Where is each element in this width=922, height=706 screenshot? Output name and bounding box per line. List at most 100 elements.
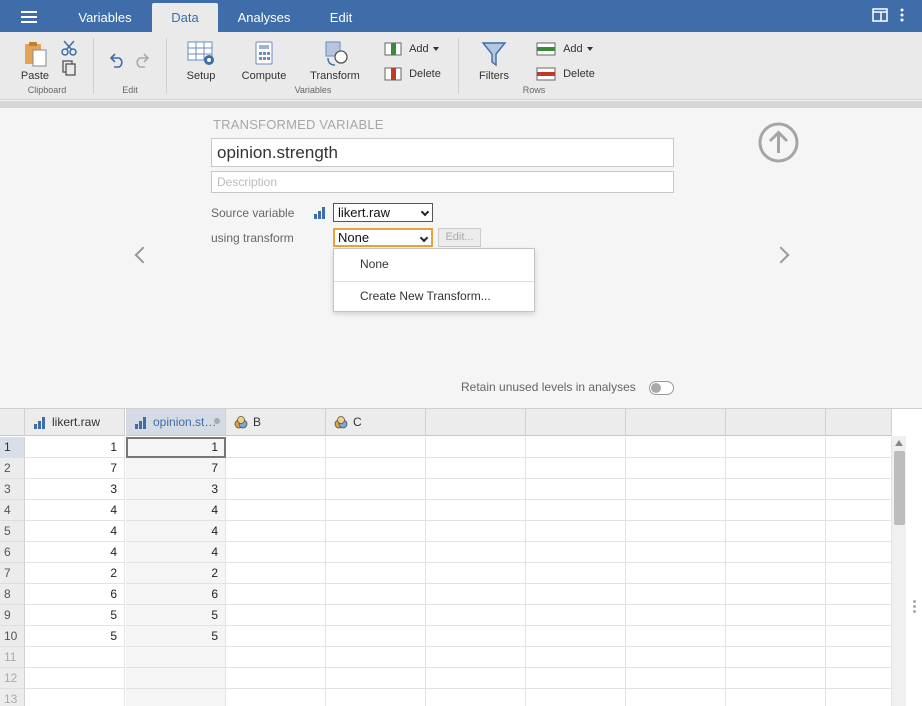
table-cell[interactable] xyxy=(626,584,726,605)
setup-button[interactable]: Setup xyxy=(182,40,220,84)
table-cell[interactable] xyxy=(426,626,526,647)
table-cell[interactable] xyxy=(726,500,826,521)
layout-toggle-icon[interactable] xyxy=(872,8,888,22)
table-cell[interactable] xyxy=(526,563,626,584)
row-number[interactable]: 13 xyxy=(0,689,25,706)
table-cell[interactable] xyxy=(326,458,426,479)
row-number[interactable]: 8 xyxy=(0,584,25,605)
resize-handle-icon[interactable] xyxy=(913,600,917,616)
table-cell[interactable] xyxy=(626,626,726,647)
table-cell[interactable]: 1 xyxy=(25,437,125,458)
table-cell[interactable]: 4 xyxy=(25,542,125,563)
table-cell[interactable] xyxy=(526,647,626,668)
table-cell[interactable] xyxy=(626,500,726,521)
table-cell[interactable] xyxy=(226,437,326,458)
table-cell[interactable] xyxy=(626,668,726,689)
grid-corner[interactable] xyxy=(0,409,25,436)
transform-button[interactable]: Transform xyxy=(307,40,363,84)
dropdown-option-create-transform[interactable]: Create New Transform... xyxy=(334,281,534,312)
hamburger-menu-icon[interactable] xyxy=(14,8,44,26)
table-cell[interactable]: 6 xyxy=(126,584,226,605)
edit-transform-button[interactable]: Edit... xyxy=(438,228,481,247)
table-cell[interactable]: 2 xyxy=(25,563,125,584)
table-cell[interactable] xyxy=(626,605,726,626)
table-cell[interactable] xyxy=(426,563,526,584)
table-cell[interactable] xyxy=(226,500,326,521)
table-cell[interactable] xyxy=(726,458,826,479)
table-cell[interactable] xyxy=(226,563,326,584)
table-cell[interactable] xyxy=(25,647,125,668)
table-cell[interactable] xyxy=(626,647,726,668)
table-cell[interactable] xyxy=(626,542,726,563)
variable-name-input[interactable] xyxy=(211,138,674,167)
table-cell[interactable] xyxy=(326,500,426,521)
table-cell[interactable] xyxy=(726,479,826,500)
table-cell[interactable] xyxy=(826,542,892,563)
table-cell[interactable] xyxy=(526,500,626,521)
more-options-icon[interactable] xyxy=(898,8,906,22)
table-cell[interactable] xyxy=(526,605,626,626)
column-header[interactable]: likert.raw xyxy=(25,409,125,436)
table-cell[interactable] xyxy=(626,563,726,584)
table-cell[interactable]: 5 xyxy=(126,605,226,626)
table-cell[interactable] xyxy=(25,689,125,706)
row-number[interactable]: 12 xyxy=(0,668,25,689)
table-cell[interactable] xyxy=(526,521,626,542)
row-number[interactable]: 11 xyxy=(0,647,25,668)
table-cell[interactable] xyxy=(526,458,626,479)
table-cell[interactable]: 3 xyxy=(25,479,125,500)
table-cell[interactable]: 6 xyxy=(25,584,125,605)
next-variable-arrow-icon[interactable] xyxy=(772,246,790,264)
row-number[interactable]: 4 xyxy=(0,500,25,521)
filters-button[interactable]: Filters xyxy=(474,40,514,84)
table-cell[interactable] xyxy=(326,647,426,668)
table-cell[interactable] xyxy=(726,584,826,605)
table-cell[interactable] xyxy=(626,689,726,706)
row-number[interactable]: 3 xyxy=(0,479,25,500)
table-cell[interactable] xyxy=(226,626,326,647)
row-number[interactable]: 2 xyxy=(0,458,25,479)
table-cell[interactable] xyxy=(726,563,826,584)
add-row-button[interactable]: Add xyxy=(536,42,593,56)
table-cell[interactable] xyxy=(226,458,326,479)
table-cell[interactable]: 1 xyxy=(126,437,226,458)
table-cell[interactable] xyxy=(326,626,426,647)
table-cell[interactable] xyxy=(126,647,226,668)
undo-icon[interactable] xyxy=(108,52,126,68)
table-cell[interactable] xyxy=(826,584,892,605)
table-cell[interactable] xyxy=(826,689,892,706)
table-cell[interactable]: 4 xyxy=(25,500,125,521)
table-cell[interactable] xyxy=(226,605,326,626)
panel-divider[interactable] xyxy=(0,101,922,108)
table-cell[interactable] xyxy=(426,647,526,668)
table-cell[interactable] xyxy=(226,668,326,689)
table-cell[interactable] xyxy=(826,521,892,542)
delete-row-button[interactable]: Delete xyxy=(536,67,595,81)
row-number[interactable]: 6 xyxy=(0,542,25,563)
table-cell[interactable] xyxy=(626,437,726,458)
table-cell[interactable] xyxy=(726,437,826,458)
table-cell[interactable] xyxy=(726,626,826,647)
table-cell[interactable] xyxy=(126,689,226,706)
previous-variable-arrow-icon[interactable] xyxy=(134,246,152,264)
table-cell[interactable] xyxy=(126,668,226,689)
redo-icon[interactable] xyxy=(133,52,151,68)
table-cell[interactable] xyxy=(426,605,526,626)
table-cell[interactable] xyxy=(226,479,326,500)
delete-variable-button[interactable]: Delete xyxy=(384,67,441,81)
table-cell[interactable] xyxy=(526,437,626,458)
table-cell[interactable] xyxy=(526,584,626,605)
table-cell[interactable] xyxy=(526,626,626,647)
table-cell[interactable] xyxy=(526,689,626,706)
table-cell[interactable] xyxy=(226,542,326,563)
table-cell[interactable] xyxy=(626,521,726,542)
table-cell[interactable] xyxy=(426,521,526,542)
table-cell[interactable]: 3 xyxy=(126,479,226,500)
table-cell[interactable] xyxy=(726,605,826,626)
table-cell[interactable] xyxy=(426,458,526,479)
table-cell[interactable] xyxy=(826,458,892,479)
source-variable-select[interactable]: likert.raw xyxy=(333,203,433,222)
table-cell[interactable] xyxy=(426,584,526,605)
column-header[interactable]: C xyxy=(326,409,426,436)
table-cell[interactable] xyxy=(826,668,892,689)
